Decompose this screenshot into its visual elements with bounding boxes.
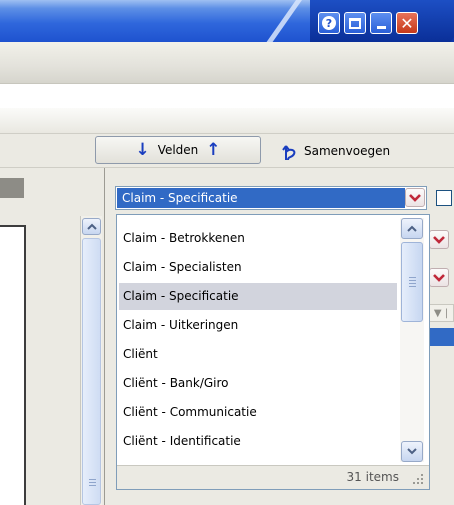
list-scroll-down-button[interactable] xyxy=(401,441,423,462)
list-scrollbar[interactable] xyxy=(400,218,424,462)
field-dropdown-button[interactable] xyxy=(429,230,449,249)
thumb-grip xyxy=(89,479,96,480)
option-checkbox[interactable] xyxy=(436,190,452,206)
arrow-down-icon: ↓ xyxy=(135,140,150,160)
resize-grip-icon[interactable] xyxy=(411,472,425,486)
merge-button[interactable]: Samenvoegen xyxy=(282,138,390,164)
titlebar-highlight xyxy=(0,0,310,42)
list-item[interactable]: Claim - Uitkeringen xyxy=(119,312,397,339)
field-dropdown-button[interactable] xyxy=(429,268,449,287)
restore-icon xyxy=(349,17,361,29)
menu-bar xyxy=(0,42,454,84)
list-footer: 31 items xyxy=(117,465,429,489)
list-item-highlighted[interactable]: Claim - Specificatie xyxy=(119,283,397,310)
merge-label: Samenvoegen xyxy=(304,144,391,158)
velden-button[interactable]: ↓ Velden ↑ xyxy=(95,136,261,164)
list-scroll-up-button[interactable] xyxy=(401,218,423,239)
minimize-icon xyxy=(376,25,386,29)
secondary-toolbar xyxy=(0,108,454,134)
chevron-up-icon xyxy=(86,223,97,230)
merge-icon xyxy=(282,145,296,161)
thumb-grip xyxy=(409,286,416,287)
chevron-down-icon xyxy=(407,448,417,455)
thumb-grip xyxy=(89,482,96,483)
thumb-grip xyxy=(409,277,416,278)
list-item[interactable]: Cliënt - Identificatie xyxy=(119,428,397,455)
selected-grid-row[interactable] xyxy=(428,328,454,346)
list-item[interactable]: Claim - Specialisten xyxy=(119,254,397,281)
chevron-up-icon xyxy=(407,225,417,232)
chevron-down-icon xyxy=(433,235,445,244)
window-titlebar: ? ✕ xyxy=(0,0,454,42)
list-scroll-thumb[interactable] xyxy=(401,242,423,322)
minimize-button[interactable] xyxy=(370,12,392,34)
help-icon: ? xyxy=(322,16,336,30)
scroll-up-button[interactable] xyxy=(82,218,101,235)
left-vertical-scrollbar[interactable] xyxy=(80,216,102,505)
white-band xyxy=(0,84,454,108)
list-item[interactable]: Cliënt xyxy=(119,341,397,368)
item-count: 31 items xyxy=(346,470,399,484)
view-selector-list[interactable]: Claim - Betrokkenen Claim - Specialisten… xyxy=(116,214,430,490)
thumb-grip xyxy=(409,283,416,284)
chevron-down-icon xyxy=(433,273,445,282)
view-selector-combo[interactable]: Claim - Specificatie xyxy=(115,186,427,210)
chevron-down-icon xyxy=(409,193,421,202)
view-selector-dropdown-button[interactable] xyxy=(405,188,425,207)
arrow-up-icon: ↑ xyxy=(206,140,221,160)
grid-header-strip xyxy=(0,178,24,198)
column-header-strip: ▼ | xyxy=(428,304,454,322)
list-item[interactable]: Cliënt - Bank/Giro xyxy=(119,370,397,397)
list-item[interactable]: Claim - Betrokkenen xyxy=(119,225,397,252)
velden-label: Velden xyxy=(157,143,199,157)
view-selector-value: Claim - Specificatie xyxy=(117,188,405,208)
restore-button[interactable] xyxy=(344,12,366,34)
close-button[interactable]: ✕ xyxy=(396,12,418,34)
left-grid-panel xyxy=(0,225,26,505)
thumb-grip xyxy=(409,280,416,281)
scroll-thumb[interactable] xyxy=(82,238,101,505)
thumb-grip xyxy=(89,485,96,486)
help-button[interactable]: ? xyxy=(318,12,340,34)
list-item[interactable]: Cliënt - Communicatie xyxy=(119,399,397,426)
close-icon: ✕ xyxy=(400,13,414,33)
